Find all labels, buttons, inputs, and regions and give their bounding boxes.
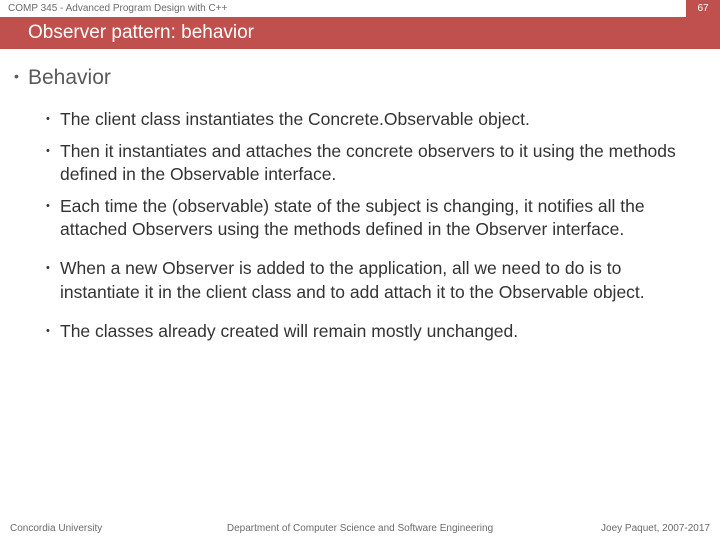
- slide: COMP 345 - Advanced Program Design with …: [0, 0, 720, 540]
- section-heading: Behavior: [18, 66, 702, 90]
- footer-left: Concordia University: [10, 523, 102, 534]
- bullet-item: The client class instantiates the Concre…: [48, 108, 702, 131]
- page-number: 67: [686, 0, 720, 17]
- footer-center: Department of Computer Science and Softw…: [227, 523, 493, 534]
- top-bar: COMP 345 - Advanced Program Design with …: [0, 0, 720, 17]
- footer-right: Joey Paquet, 2007-2017: [601, 523, 710, 534]
- bullet-item: The classes already created will remain …: [48, 320, 702, 343]
- footer: Concordia University Department of Compu…: [0, 523, 720, 534]
- bullet-list: The client class instantiates the Concre…: [18, 108, 702, 343]
- bullet-item: Each time the (observable) state of the …: [48, 195, 702, 241]
- course-label: COMP 345 - Advanced Program Design with …: [8, 3, 227, 14]
- title-bar: Observer pattern: behavior: [0, 17, 720, 49]
- bullet-item: When a new Observer is added to the appl…: [48, 257, 702, 303]
- bullet-item: Then it instantiates and attaches the co…: [48, 140, 702, 186]
- slide-title: Observer pattern: behavior: [28, 22, 254, 44]
- content-area: Behavior The client class instantiates t…: [18, 60, 702, 352]
